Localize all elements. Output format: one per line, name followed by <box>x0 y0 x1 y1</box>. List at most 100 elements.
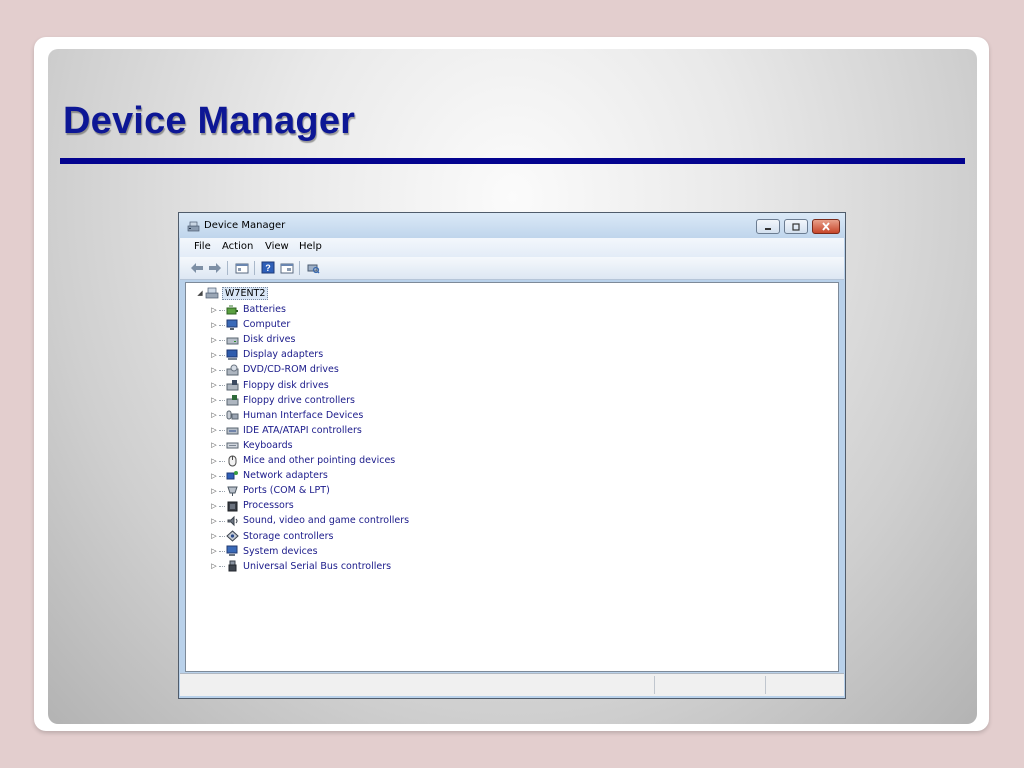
tree-item-label: Human Interface Devices <box>243 409 364 421</box>
expand-arrow-icon[interactable]: ▷ <box>210 547 218 555</box>
expand-arrow-icon[interactable]: ▷ <box>210 336 218 344</box>
show-hide-console-tree-icon <box>235 263 249 273</box>
maximize-icon <box>792 222 800 231</box>
menu-action[interactable]: Action <box>222 241 253 252</box>
tree-item-label: DVD/CD-ROM drives <box>243 364 339 376</box>
status-segment <box>765 676 766 694</box>
tree-item[interactable]: ▷ System devices <box>210 544 318 559</box>
forward-button[interactable] <box>207 260 223 275</box>
sound-icon <box>227 515 238 527</box>
scan-hardware-button[interactable] <box>305 260 321 275</box>
expand-arrow-icon[interactable]: ▷ <box>210 502 218 510</box>
tree-connector <box>219 505 225 507</box>
tree-connector <box>219 339 225 341</box>
tree-item[interactable]: ▷ Storage controllers <box>210 529 333 544</box>
tree-item[interactable]: ▷ DVD/CD-ROM drives <box>210 362 339 377</box>
expand-arrow-icon[interactable]: ▷ <box>210 517 218 525</box>
display-adapter-icon <box>226 349 238 360</box>
tree-item[interactable]: ▷ Display adapters <box>210 347 323 362</box>
expand-arrow-icon[interactable]: ▷ <box>210 351 218 359</box>
tree-item[interactable]: ▷ IDE ATA/ATAPI controllers <box>210 423 362 438</box>
tree-item-label: Keyboards <box>243 439 293 451</box>
tree-root-label: W7ENT2 <box>222 286 269 300</box>
tree-item-label: System devices <box>243 545 318 557</box>
network-adapter-icon <box>226 470 238 480</box>
slide-title: Device Manager <box>63 100 356 142</box>
tree-connector <box>219 565 225 568</box>
tree-item[interactable]: ▷ Keyboards <box>210 438 293 453</box>
tree-item-label: IDE ATA/ATAPI controllers <box>243 424 362 436</box>
tree-item[interactable]: ▷ Ports (COM & LPT) <box>210 483 330 498</box>
scan-hardware-icon <box>307 264 320 273</box>
maximize-button[interactable] <box>784 219 808 234</box>
tree-item[interactable]: ▷ Mice and other pointing devices <box>210 453 395 468</box>
expand-arrow-icon[interactable]: ▷ <box>210 457 218 465</box>
tree-item-label: Mice and other pointing devices <box>243 455 396 466</box>
tree-connector <box>219 384 225 386</box>
tree-connector <box>219 535 225 537</box>
tree-item[interactable]: ▷ Computer <box>210 317 290 332</box>
device-manager-window: Device Manager File Action View Help ? ◢… <box>178 212 846 699</box>
close-button[interactable] <box>812 219 840 234</box>
tree-item[interactable]: ▷ Network adapters <box>210 468 328 483</box>
menu-help[interactable]: Help <box>299 241 322 252</box>
menu-view[interactable]: View <box>265 241 289 252</box>
show-hide-console-tree-button[interactable] <box>234 260 250 275</box>
collapse-arrow-icon[interactable]: ◢ <box>196 289 204 297</box>
tree-connector <box>219 490 225 492</box>
tree-item[interactable]: ▷ Processors <box>210 498 294 513</box>
properties-button[interactable] <box>279 260 295 275</box>
expand-arrow-icon[interactable]: ▷ <box>210 532 218 540</box>
storage-controller-icon <box>226 530 239 542</box>
tree-item[interactable]: ▷ Universal Serial Bus controllers <box>210 559 391 574</box>
tree-item-label: Computer <box>243 319 291 331</box>
tree-connector <box>219 324 225 326</box>
ide-controller-icon <box>226 427 239 435</box>
expand-arrow-icon[interactable]: ▷ <box>210 366 218 374</box>
tree-connector <box>219 429 225 432</box>
disk-drive-icon <box>226 337 239 345</box>
tree-item-label: Storage controllers <box>243 530 334 542</box>
forward-arrow-icon <box>209 262 221 273</box>
tree-item[interactable]: ▷ Disk drives <box>210 332 295 347</box>
tree-item[interactable]: ▷ Batteries <box>210 302 286 317</box>
tree-item[interactable]: ▷ Human Interface Devices <box>210 408 363 423</box>
tree-item[interactable]: ▷ Sound, video and game controllers <box>210 513 409 528</box>
expand-arrow-icon[interactable]: ▷ <box>210 321 218 329</box>
floppy-drive-icon <box>226 380 239 391</box>
expand-arrow-icon[interactable]: ▷ <box>210 562 218 570</box>
expand-arrow-icon[interactable]: ▷ <box>210 441 218 449</box>
menu-file[interactable]: File <box>194 241 211 252</box>
hid-icon <box>226 410 239 420</box>
system-device-icon <box>226 545 238 557</box>
expand-arrow-icon[interactable]: ▷ <box>210 487 218 495</box>
tree-root-row[interactable]: ◢ W7ENT2 <box>196 286 269 300</box>
device-tree-pane[interactable]: ◢ W7ENT2 ▷ Batteries ▷ Computer ▷ Disk drives… <box>185 282 839 672</box>
back-arrow-icon <box>191 262 203 273</box>
minimize-button[interactable] <box>756 219 780 234</box>
toolbar: ? <box>180 257 844 280</box>
status-segment <box>654 676 655 694</box>
title-bar[interactable]: Device Manager <box>179 213 845 238</box>
toolbar-separator <box>299 261 300 275</box>
expand-arrow-icon[interactable]: ▷ <box>210 411 218 419</box>
tree-item[interactable]: ▷ Floppy drive controllers <box>210 393 355 408</box>
expand-arrow-icon[interactable]: ▷ <box>210 381 218 389</box>
expand-arrow-icon[interactable]: ▷ <box>210 396 218 404</box>
dvd-drive-icon <box>226 364 239 376</box>
expand-arrow-icon[interactable]: ▷ <box>210 306 218 314</box>
tree-item-label: Network adapters <box>243 470 328 482</box>
tree-connector <box>219 550 225 553</box>
tree-item-label: Ports (COM & LPT) <box>243 485 330 497</box>
port-icon <box>227 486 238 496</box>
expand-arrow-icon[interactable]: ▷ <box>210 472 218 480</box>
tree-connector <box>219 460 225 462</box>
close-icon <box>822 222 830 231</box>
tree-item-label: Processors <box>243 500 294 512</box>
back-button[interactable] <box>189 260 205 275</box>
tree-item[interactable]: ▷ Floppy disk drives <box>210 378 329 393</box>
mouse-icon <box>228 455 237 466</box>
expand-arrow-icon[interactable]: ▷ <box>210 426 218 434</box>
help-button[interactable]: ? <box>260 260 276 275</box>
tree-item-label: Floppy drive controllers <box>243 394 355 406</box>
